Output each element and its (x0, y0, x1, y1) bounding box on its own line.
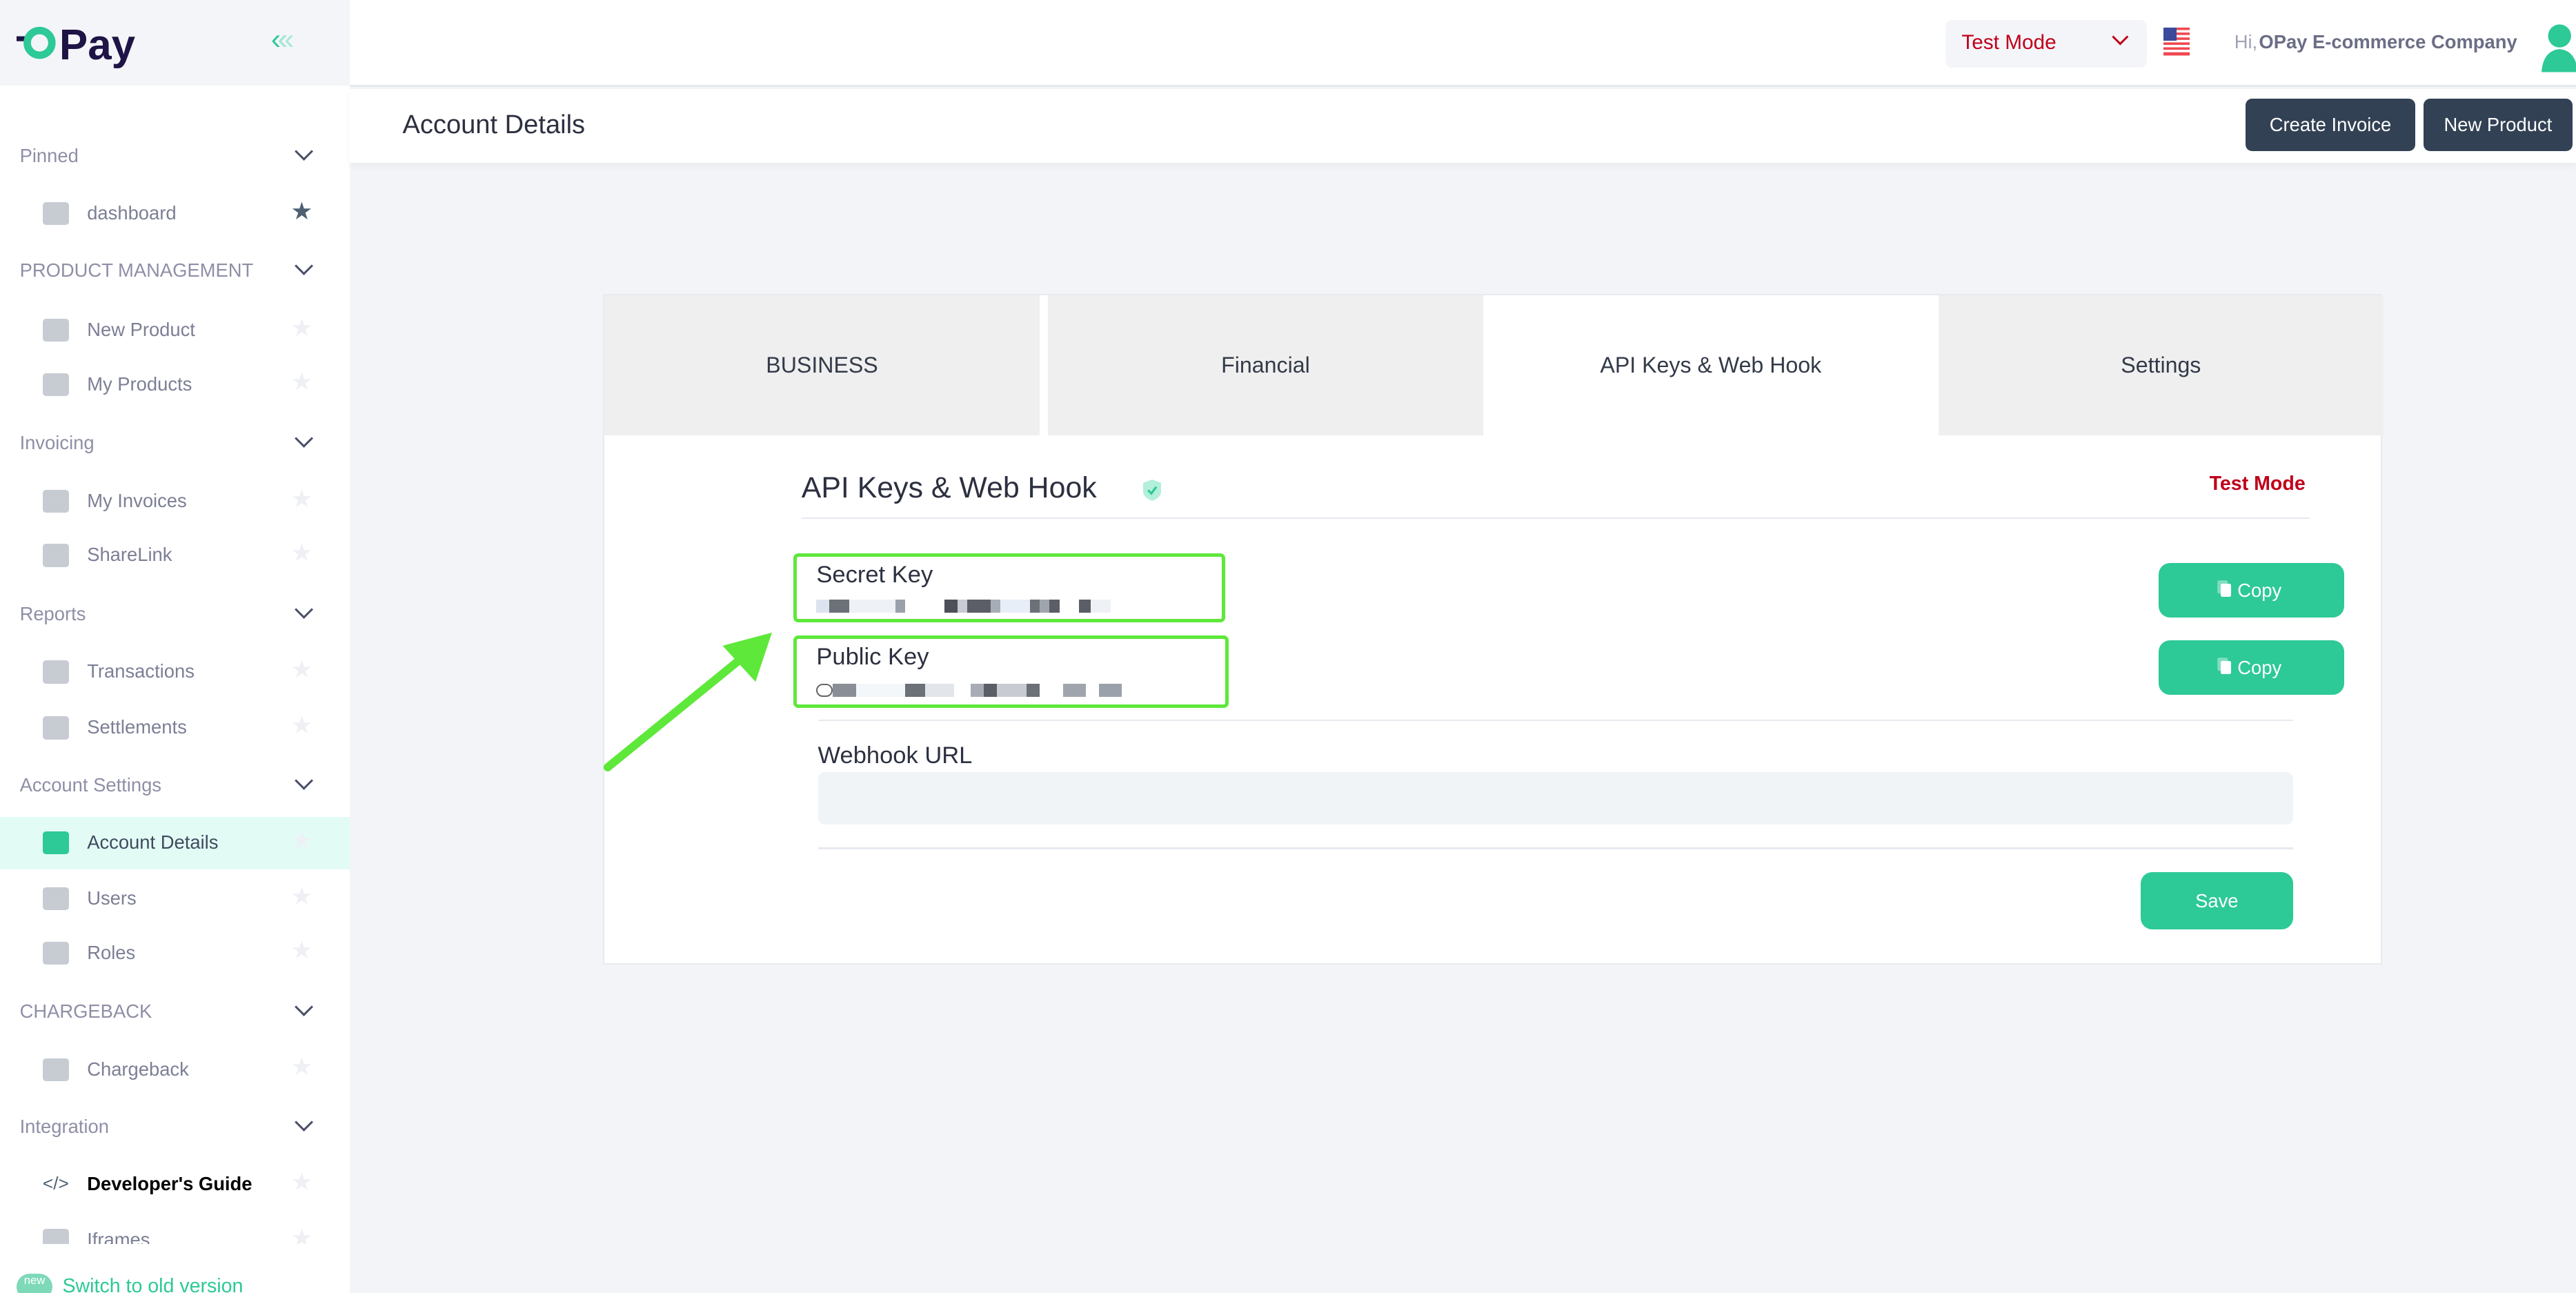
sidebar-section-product-management[interactable]: PRODUCT MANAGEMENT (20, 259, 254, 282)
webhook-url-label: Webhook URL (818, 742, 973, 769)
lightning-list-icon (42, 660, 69, 684)
shield-user-icon (42, 941, 69, 965)
chevron-down-icon[interactable] (295, 1113, 314, 1132)
sidebar-item-developer-s-guide[interactable]: </> Developer's Guide ★ (0, 1158, 350, 1211)
section-title: API Keys & Web Hook (801, 471, 1097, 505)
new-badge: new (16, 1273, 53, 1293)
sidebar-item-users[interactable]: Users ★ (0, 873, 350, 925)
sidebar-item-chargeback[interactable]: Chargeback ★ (0, 1043, 350, 1096)
sidebar-item-roles[interactable]: Roles ★ (0, 927, 350, 979)
chevron-down-icon[interactable] (295, 257, 314, 276)
sidebar-section-pinned[interactable]: Pinned (20, 145, 79, 167)
star-icon[interactable]: ★ (291, 882, 313, 911)
webhook-url-input[interactable] (818, 771, 2294, 825)
chevron-down-icon (2112, 28, 2128, 46)
sidebar-section-account-settings[interactable]: Account Settings (20, 774, 161, 796)
invoice-icon (42, 489, 69, 513)
sidebar-item-sharelink[interactable]: ShareLink ★ (0, 529, 350, 582)
create-invoice-button[interactable]: Create Invoice (2246, 98, 2415, 152)
star-icon[interactable]: ★ (291, 539, 313, 567)
pulse-icon (42, 201, 69, 226)
star-icon[interactable]: ★ (291, 711, 313, 740)
avatar[interactable] (2542, 23, 2576, 72)
sidebar-item-settlements[interactable]: Settlements ★ (0, 702, 350, 754)
tab-financial[interactable]: Financial (1047, 295, 1483, 435)
sidebar-section-integration[interactable]: Integration (20, 1116, 109, 1138)
sidebar-section-chargeback[interactable]: CHARGEBACK (20, 1000, 152, 1023)
chevron-down-icon[interactable] (295, 429, 314, 448)
sidebar-item-dashboard[interactable]: dashboard ★ (0, 187, 350, 239)
logo-area: Pay «« (0, 0, 350, 86)
star-icon[interactable]: ★ (291, 1168, 313, 1196)
sidebar-section-invoicing[interactable]: Invoicing (20, 432, 95, 454)
cash-icon (42, 716, 69, 740)
us-flag-icon[interactable] (2163, 28, 2190, 56)
company-name: OPay E-commerce Company (2259, 31, 2517, 53)
mode-indicator: Test Mode (2209, 473, 2306, 495)
chevron-down-icon[interactable] (295, 600, 314, 619)
public-key-field: Public Key (793, 635, 1229, 708)
secret-key-value-redacted (816, 600, 1111, 613)
code-icon: </> (42, 1173, 69, 1194)
list-icon (42, 831, 69, 855)
page-header: Account Details Create Invoice New Produ… (350, 88, 2576, 163)
chevron-down-icon[interactable] (295, 998, 314, 1017)
sidebar-item-my-products[interactable]: My Products ★ (0, 358, 350, 411)
star-icon[interactable]: ★ (291, 655, 313, 684)
greeting: Hi, (2234, 31, 2258, 53)
mode-select[interactable]: Test Mode (1945, 19, 2148, 68)
divider (818, 719, 2294, 722)
star-icon[interactable]: ★ (291, 197, 313, 226)
secret-key-field: Secret Key (793, 553, 1226, 623)
tab-api-keys[interactable]: API Keys & Web Hook (1493, 295, 1929, 435)
divider (818, 847, 2294, 849)
sidebar-section-reports[interactable]: Reports (20, 603, 86, 625)
top-bar: Test Mode Hi, OPay E-commerce Company (350, 0, 2576, 88)
opay-logo: Pay (16, 21, 136, 69)
star-icon[interactable]: ★ (291, 314, 313, 342)
sidebar-item-new-product[interactable]: New Product ★ (0, 304, 350, 357)
sidebar-footer: new Switch to old version (0, 1243, 350, 1293)
users-icon (42, 887, 69, 911)
copy-secret-key-button[interactable]: Copy (2158, 563, 2344, 618)
drawer-icon (42, 1058, 69, 1081)
star-icon[interactable]: ★ (291, 368, 313, 396)
star-icon[interactable]: ★ (291, 485, 313, 513)
copy-icon (2221, 584, 2231, 598)
svg-text:Pay: Pay (59, 21, 136, 69)
divider (801, 517, 2310, 520)
collapse-sidebar-icon[interactable]: «« (271, 23, 294, 57)
public-key-value-redacted (816, 683, 1122, 697)
star-icon[interactable]: ★ (291, 936, 313, 965)
copy-icon (2221, 661, 2231, 675)
new-product-button[interactable]: New Product (2423, 98, 2573, 152)
copy-public-key-button[interactable]: Copy (2158, 640, 2344, 695)
star-icon[interactable]: ★ (291, 1053, 313, 1081)
link-icon (42, 544, 69, 567)
chevron-down-icon[interactable] (295, 771, 314, 790)
chevron-down-icon[interactable] (295, 141, 314, 161)
star-icon[interactable]: ★ (291, 827, 313, 855)
verified-shield-icon (1143, 479, 1162, 501)
tab-settings[interactable]: Settings (1938, 295, 2384, 435)
page-title: Account Details (402, 110, 586, 139)
sidebar-item-my-invoices[interactable]: My Invoices ★ (0, 475, 350, 527)
switch-old-version-link[interactable]: Switch to old version (62, 1275, 243, 1293)
account-details-card: BUSINESS Financial API Keys & Web Hook S… (602, 294, 2384, 965)
scan-icon (42, 318, 69, 342)
tab-business[interactable]: BUSINESS (604, 295, 1040, 435)
sidebar-item-account-details[interactable]: Account Details ★ (0, 816, 350, 869)
sidebar-item-transactions[interactable]: Transactions ★ (0, 646, 350, 698)
save-button[interactable]: Save (2140, 872, 2294, 930)
sidebar: Pay «« Pinned dashboard ★ PRODUCT MANAGEMEN… (0, 0, 350, 1293)
annotation-arrow-icon (604, 632, 773, 772)
box-icon (42, 373, 69, 396)
